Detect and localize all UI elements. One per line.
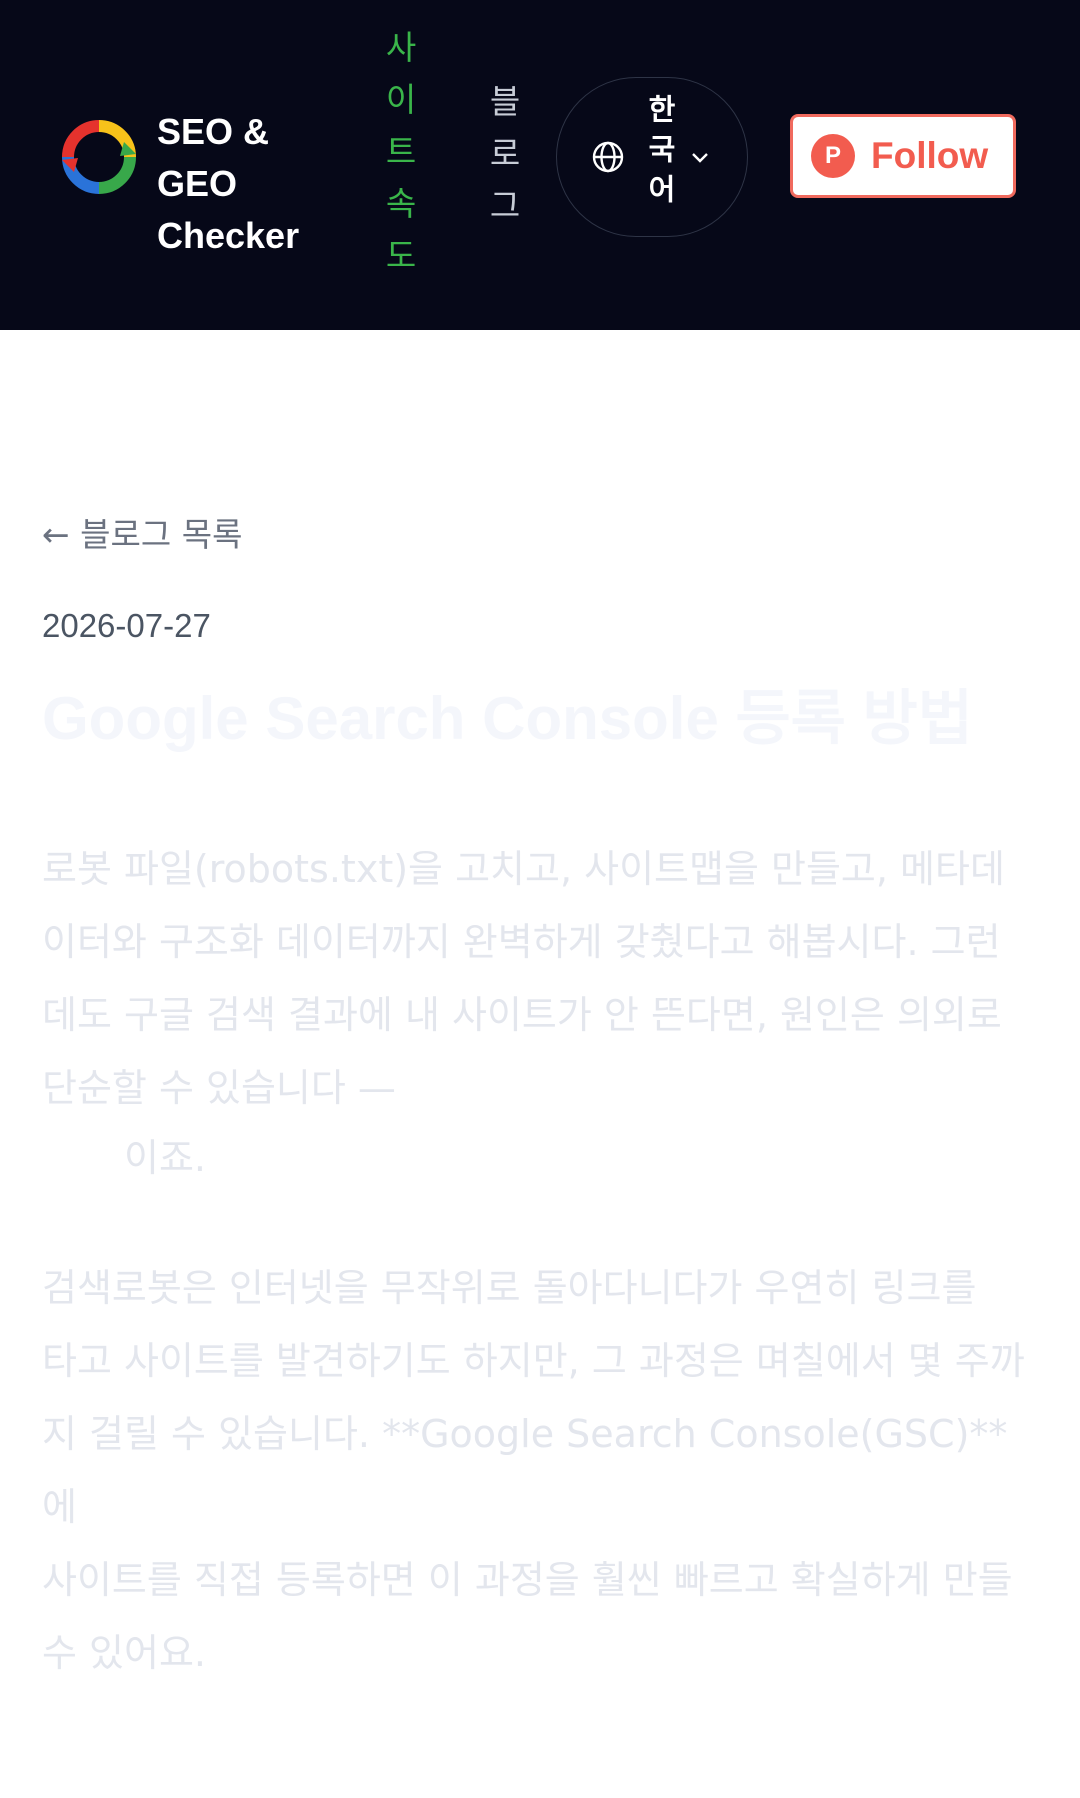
globe-icon [592, 141, 624, 173]
chevron-down-icon [692, 153, 708, 163]
post-title: Google Search Console 등록 방법 [42, 685, 973, 752]
p-badge-icon: P [811, 134, 855, 178]
follow-label: Follow [871, 135, 989, 176]
refresh-logo-icon[interactable] [62, 120, 136, 194]
post-paragraph-1: 로봇 파일(robots.txt)을 고치고, 사이트맵을 만들고, 메타데 이… [42, 847, 1005, 1110]
post-date: 2026-07-27 [42, 607, 211, 644]
brand-name[interactable]: SEO & GEO Checker [157, 106, 357, 262]
nav-blog[interactable]: 블로그 [478, 84, 526, 240]
site-header: SEO & GEO Checker 사이트속도 블로그 한국어 P Follow [0, 0, 1080, 330]
language-selector[interactable]: 한국어 [556, 77, 748, 237]
brand-line-1: SEO & GEO [157, 111, 270, 204]
brand-line-2: Checker [157, 215, 300, 256]
post-paragraph-2: 검색로봇은 인터넷을 무작위로 돌아다니다가 우연히 링크를 타고 사이트를 발… [42, 1266, 1025, 1675]
post-paragraph-1-tail: 이죠. [124, 1136, 206, 1180]
back-to-blog-list-link[interactable]: ← 블로그 목록 [42, 508, 242, 556]
follow-button[interactable]: P Follow [790, 114, 1016, 198]
nav-site-speed[interactable]: 사이트속도 [374, 30, 422, 290]
language-label: 한국어 [643, 94, 677, 214]
